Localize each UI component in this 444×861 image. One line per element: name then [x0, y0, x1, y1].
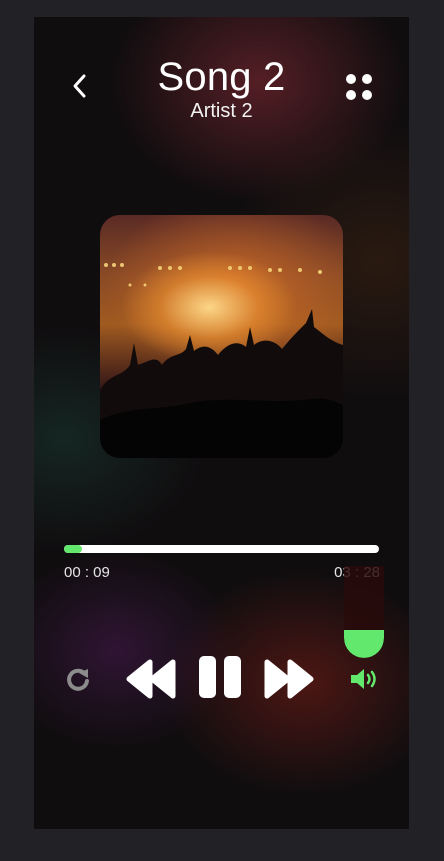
- progress-fill: [64, 545, 82, 553]
- pause-icon: [199, 656, 241, 698]
- repeat-button[interactable]: [62, 663, 94, 695]
- repeat-icon: [67, 668, 89, 691]
- grid-dots-icon: [346, 74, 356, 84]
- fast-forward-button[interactable]: [262, 656, 316, 702]
- volume-button[interactable]: [348, 665, 382, 693]
- volume-icon: [351, 669, 376, 689]
- rewind-icon: [126, 659, 176, 699]
- player-screen: Song 2 Artist 2 00 : 09 03 : 28: [34, 17, 409, 829]
- progress-bar[interactable]: [64, 545, 379, 553]
- volume-level-fill: [344, 630, 384, 658]
- rewind-button[interactable]: [124, 656, 178, 702]
- album-cover: [100, 215, 343, 458]
- current-time: 00 : 09: [64, 564, 110, 581]
- menu-button[interactable]: [345, 73, 375, 103]
- volume-slider[interactable]: [344, 566, 384, 658]
- fast-forward-icon: [264, 659, 314, 699]
- pause-button[interactable]: [196, 653, 244, 701]
